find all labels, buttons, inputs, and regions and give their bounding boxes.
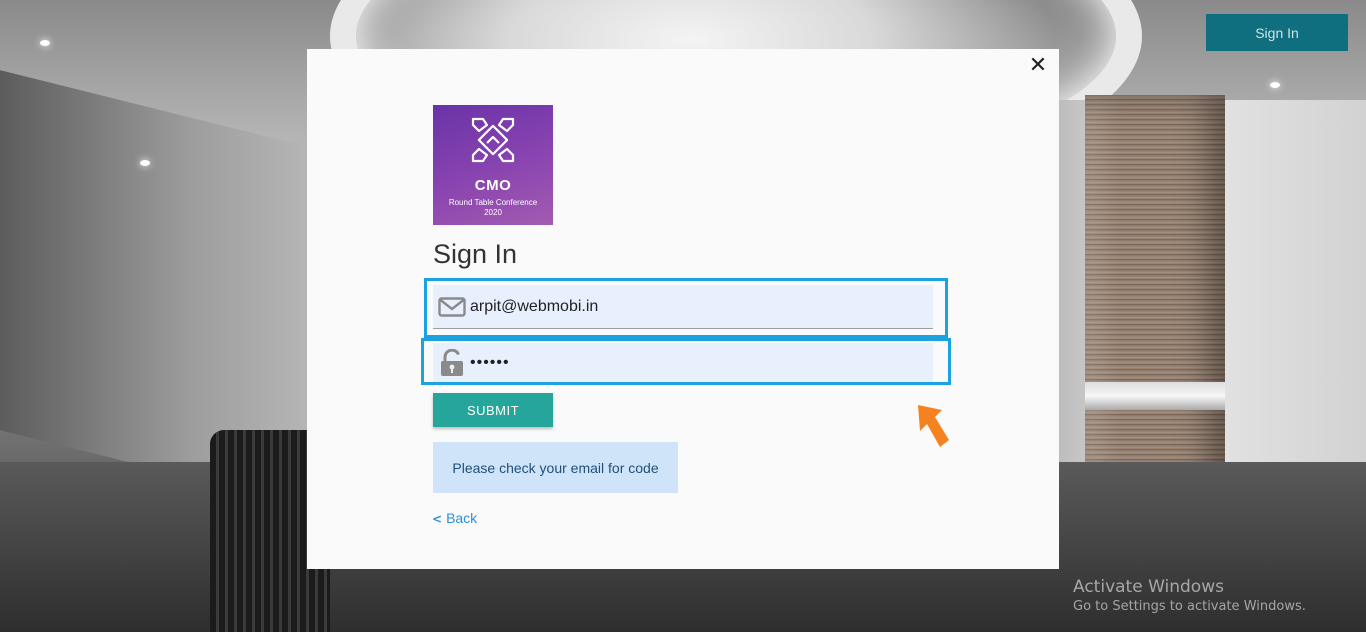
unlock-icon (436, 349, 468, 377)
notice-message: Please check your email for code (433, 442, 678, 493)
event-logo: CMO Round Table Conference 2020 (433, 105, 553, 225)
chevron-left-icon: < (432, 512, 443, 526)
logo-brand: CMO (474, 177, 512, 194)
close-icon[interactable]: ✕ (1027, 55, 1049, 77)
password-field-container (433, 343, 933, 383)
submit-button[interactable]: SUBMIT (433, 393, 553, 427)
back-label: Back (446, 510, 478, 526)
logo-subtitle-line2: 2020 (484, 208, 502, 217)
header-signin-button[interactable]: Sign In (1206, 14, 1348, 51)
logo-subtitle-line1: Round Table Conference (448, 198, 538, 207)
logo-subtitle: Round Table Conference 2020 (433, 198, 553, 218)
email-field-container (433, 285, 933, 329)
watermark-line2: Go to Settings to activate Windows. (1073, 599, 1306, 614)
email-field[interactable] (468, 297, 910, 316)
password-field[interactable] (468, 354, 910, 372)
signin-modal: ✕ CMO Round Table Conference 2020 Sign I… (307, 49, 1059, 569)
page-title: Sign In (433, 239, 518, 269)
ceiling-lamp (1270, 82, 1280, 88)
windows-activation-watermark: Activate Windows Go to Settings to activ… (1073, 577, 1306, 614)
annotation-arrow-icon (918, 405, 949, 447)
back-link[interactable]: < Back (432, 510, 477, 526)
ceiling-lamp (140, 160, 150, 166)
envelope-icon (436, 293, 468, 321)
round-table-icon (471, 117, 515, 163)
watermark-line1: Activate Windows (1073, 577, 1224, 597)
ceiling-lamp (40, 40, 50, 46)
column-band (1085, 382, 1225, 410)
